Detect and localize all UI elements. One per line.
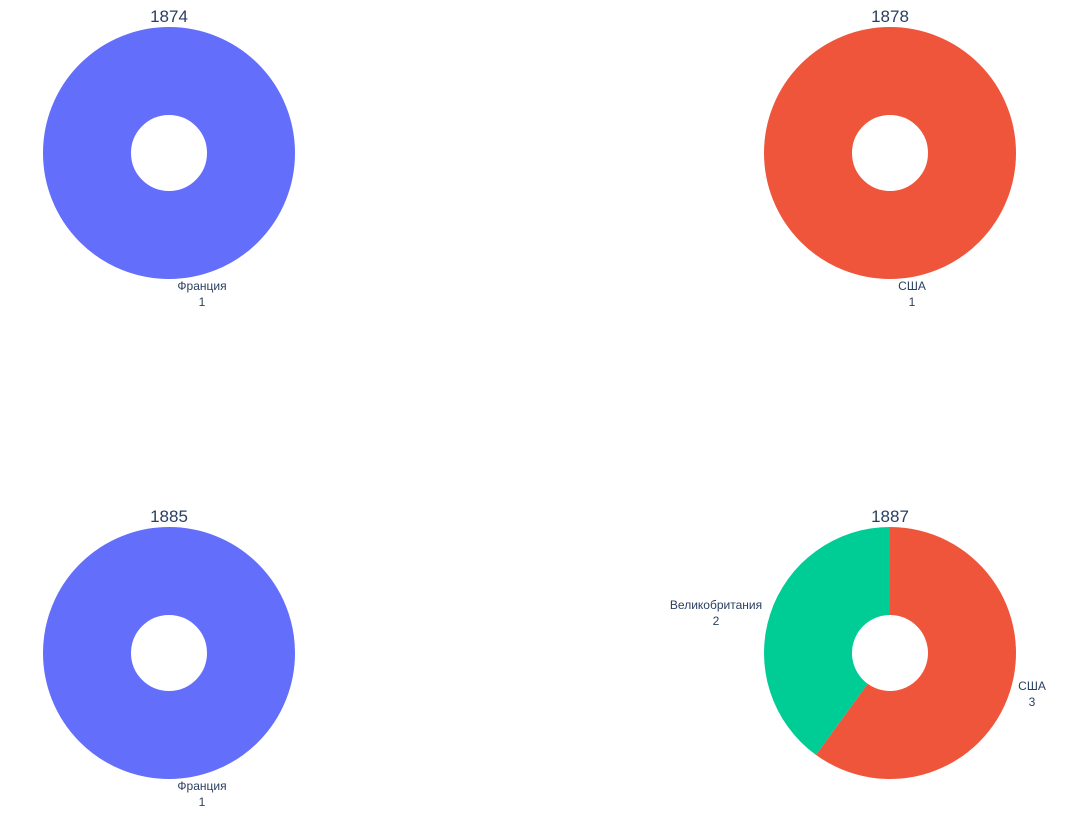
slice-label-name: США	[898, 279, 926, 293]
slice-label-value: 1	[199, 795, 206, 809]
donut-chart-grid: 1874 Франция 1 1878 США 1 1885 Франция 1 1887 США 3…	[43, 7, 1046, 809]
donut-subplot-1878: 1878 США 1	[764, 7, 1016, 309]
slice-label-name: США	[1018, 679, 1046, 693]
slice-label: Франция 1	[177, 279, 226, 309]
subplot-title: 1874	[150, 7, 188, 26]
slice-label: США 1	[898, 279, 926, 309]
donut-subplot-1887: 1887 США 3 Великобритания 2	[670, 507, 1046, 779]
slice-label-value: 1	[199, 295, 206, 309]
donut-subplot-1885: 1885 Франция 1	[43, 507, 295, 809]
slice-label-name: Франция	[177, 779, 226, 793]
slice-label-name: Франция	[177, 279, 226, 293]
donut-slice[interactable]	[764, 27, 1016, 279]
slice-label-value: 1	[909, 295, 916, 309]
subplot-title: 1887	[871, 507, 909, 526]
donut-slice[interactable]	[43, 527, 295, 779]
slice-label-value: 3	[1029, 695, 1036, 709]
donut-subplot-1874: 1874 Франция 1	[43, 7, 295, 309]
slice-label-value: 2	[713, 614, 720, 628]
subplot-title: 1885	[150, 507, 188, 526]
slice-label: Великобритания 2	[670, 598, 762, 628]
slice-label: Франция 1	[177, 779, 226, 809]
subplot-title: 1878	[871, 7, 909, 26]
slice-label: США 3	[1018, 679, 1046, 709]
donut-slice[interactable]	[43, 27, 295, 279]
slice-label-name: Великобритания	[670, 598, 762, 612]
